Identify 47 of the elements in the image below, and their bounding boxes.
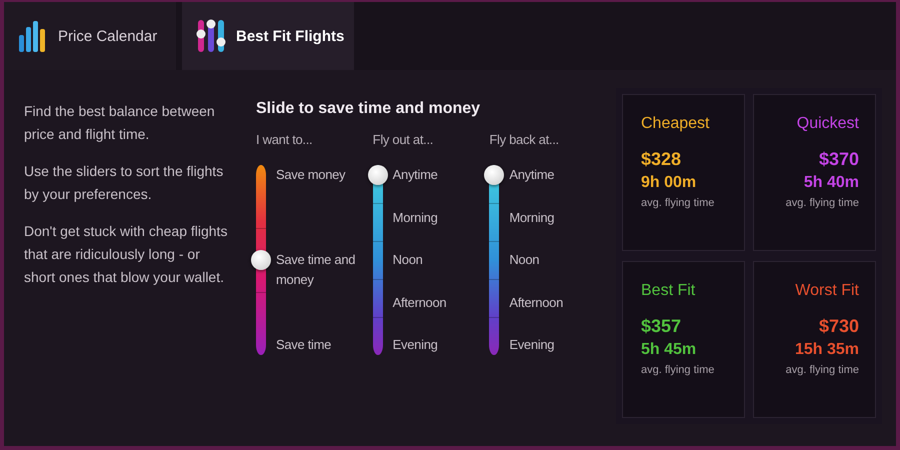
result-card[interactable]: Cheapest $328 9h 00m avg. flying time [622,94,745,251]
slider-option: Anytime [392,165,483,185]
card-price: $328 [641,149,682,170]
slider-label: I want to... [256,132,314,147]
slider-option: Morning [509,208,600,228]
slider-option: Evening [392,335,483,355]
card-title: Quickest [796,115,859,133]
result-card[interactable]: Worst Fit $730 15h 35m avg. flying time [753,261,876,418]
slider-thumb[interactable] [368,165,388,185]
slider-option: Evening [509,335,600,355]
slider-option: Afternoon [509,292,600,312]
slider-option: Noon [392,250,483,270]
tab[interactable]: Price Calendar [4,2,176,70]
result-card[interactable]: Best Fit $357 5h 45m avg. flying time [622,261,745,418]
slider-option: Save time [276,335,366,355]
card-duration: 15h 35m [794,341,859,359]
card-title: Cheapest [641,115,710,133]
slider-option: Save money [276,165,366,185]
card-title: Best Fit [641,282,696,300]
card-note: avg. flying time [641,197,716,209]
card-note: avg. flying time [786,197,859,209]
intro-paragraph: Use the sliders to sort the flights by your preferences. [24,162,224,204]
card-duration: 5h 40m [804,174,859,192]
card-note: avg. flying time [786,364,859,376]
slider-option: Anytime [509,165,600,185]
slider-label: Fly back at... [489,132,560,147]
card-price: $357 [641,316,682,337]
card-title: Worst Fit [795,282,859,300]
card-duration: 5h 45m [641,341,698,359]
intro-paragraph: Find the best balance between price and flight time. [24,102,216,144]
intro-paragraph: Don't get stuck with cheap flights that are ridiculously long - or short ones that blow your wallet. [24,222,228,287]
sliders-heading: Slide to save time and money [256,100,482,118]
result-card[interactable]: Quickest $370 5h 40m avg. flying time [753,94,876,251]
bar-chart-icon [18,19,48,53]
slider-option: Morning [392,208,483,228]
slider-thumb[interactable] [484,165,504,185]
slider-label: Fly out at... [372,132,434,147]
slider-option: Save time and money [276,250,366,290]
slider-option: Noon [509,250,600,270]
sliders-icon [196,18,226,54]
card-price: $370 [818,149,859,170]
card-price: $730 [818,316,859,337]
tab[interactable]: Best Fit Flights [182,2,354,70]
slider-option: Afternoon [392,292,483,312]
slider-thumb[interactable] [251,250,271,270]
card-note: avg. flying time [641,364,716,376]
card-duration: 9h 00m [641,174,698,192]
